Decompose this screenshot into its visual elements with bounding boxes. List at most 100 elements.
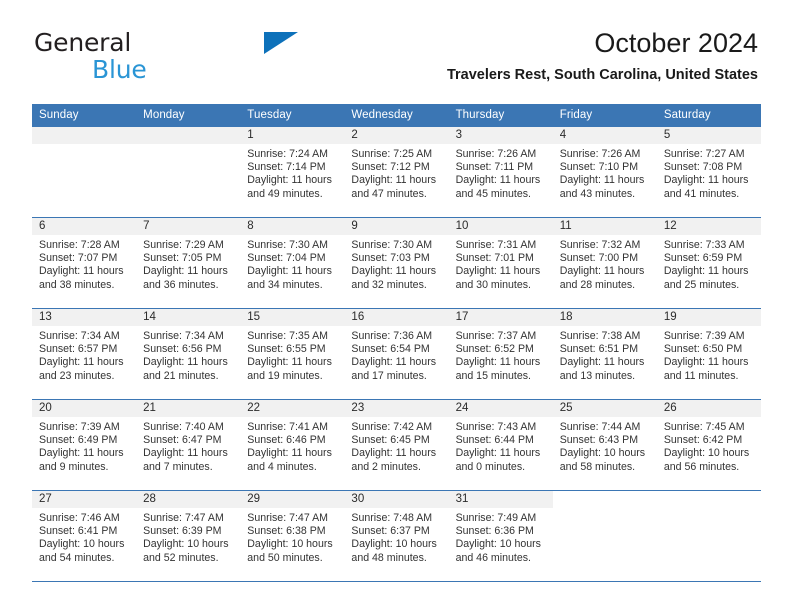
daylight-text-line1: Daylight: 10 hours — [455, 538, 541, 551]
sunset-text: Sunset: 7:11 PM — [455, 161, 534, 174]
calendar-body: 1 Sunrise: 7:24 AM Sunset: 7:14 PM Daylight… — [32, 126, 761, 582]
sunrise-text: Sunrise: 7:26 AM — [559, 147, 641, 160]
daylight-text-line2: and 54 minutes. — [39, 551, 115, 564]
calendar-week-row: 1 Sunrise: 7:24 AM Sunset: 7:14 PM Daylight… — [32, 126, 761, 218]
day-cell[interactable]: 24 Sunrise: 7:43 AM Sunset: 6:44 PM Dayligh… — [448, 399, 553, 490]
day-number: 17 — [448, 308, 553, 326]
sunrise-text: Sunrise: 7:31 AM — [455, 238, 537, 251]
day-cell[interactable]: 21 Sunrise: 7:40 AM Sunset: 6:47 PM Dayligh… — [136, 399, 241, 490]
day-cell[interactable]: 17 Sunrise: 7:37 AM Sunset: 6:52 PM Dayligh… — [448, 308, 553, 399]
sunrise-text: Sunrise: 7:30 AM — [247, 238, 328, 251]
day-cell[interactable]: 28 Sunrise: 7:47 AM Sunset: 6:39 PM Dayligh… — [136, 490, 241, 581]
day-cell[interactable]: 6 Sunrise: 7:28 AM Sunset: 7:07 PM Daylight… — [32, 217, 137, 308]
sunset-text: Sunset: 6:56 PM — [143, 343, 222, 356]
calendar-container: Sunday Monday Tuesday Wednesday Thursday Frid… — [32, 104, 761, 582]
sunset-text: Sunset: 6:47 PM — [143, 434, 222, 447]
day-details: Sunrise: 7:27 AM Sunset: 7:08 PM Daylight:… — [657, 144, 761, 202]
day-number: 12 — [656, 217, 761, 235]
daylight-text-line2: and 2 minutes. — [351, 460, 421, 473]
day-cell[interactable]: 15 Sunrise: 7:35 AM Sunset: 6:55 PM Dayligh… — [240, 308, 345, 399]
daylight-text-line2: and 38 minutes. — [39, 278, 115, 291]
day-cell[interactable]: 14 Sunrise: 7:34 AM Sunset: 6:56 PM Dayligh… — [136, 308, 241, 399]
sunrise-text: Sunrise: 7:32 AM — [559, 238, 641, 251]
day-cell[interactable]: 5 Sunrise: 7:27 AM Sunset: 7:08 PM Daylight… — [656, 126, 761, 217]
day-cell[interactable]: 12 Sunrise: 7:33 AM Sunset: 6:59 PM Dayligh… — [656, 217, 761, 308]
sunrise-text: Sunrise: 7:44 AM — [559, 420, 641, 433]
daylight-text-line2: and 23 minutes. — [39, 369, 115, 382]
day-cell[interactable]: 10 Sunrise: 7:31 AM Sunset: 7:01 PM Dayligh… — [448, 217, 553, 308]
daylight-text-line2: and 32 minutes. — [351, 278, 427, 291]
daylight-text-line1: Daylight: 11 hours — [559, 265, 645, 278]
day-details: Sunrise: 7:38 AM Sunset: 6:51 PM Daylight:… — [553, 326, 657, 384]
day-number: 27 — [32, 490, 137, 508]
day-cell[interactable]: 23 Sunrise: 7:42 AM Sunset: 6:45 PM Dayligh… — [344, 399, 449, 490]
calendar-header-row: Sunday Monday Tuesday Wednesday Thursday Frid… — [32, 104, 761, 127]
sunset-text: Sunset: 7:14 PM — [247, 161, 326, 174]
day-cell[interactable]: 27 Sunrise: 7:46 AM Sunset: 6:41 PM Dayligh… — [32, 490, 137, 581]
day-details: Sunrise: 7:47 AM Sunset: 6:39 PM Daylight:… — [136, 508, 240, 566]
day-number: 25 — [552, 399, 657, 417]
day-cell[interactable]: 19 Sunrise: 7:39 AM Sunset: 6:50 PM Dayligh… — [656, 308, 761, 399]
sunset-text: Sunset: 7:05 PM — [143, 252, 222, 265]
day-cell[interactable]: 20 Sunrise: 7:39 AM Sunset: 6:49 PM Dayligh… — [32, 399, 137, 490]
daylight-text-line1: Daylight: 11 hours — [351, 174, 437, 187]
daylight-text-line1: Daylight: 10 hours — [247, 538, 333, 551]
day-details: Sunrise: 7:36 AM Sunset: 6:54 PM Daylight:… — [344, 326, 448, 384]
logo-text-blue: Blue — [92, 55, 147, 84]
day-cell[interactable]: 26 Sunrise: 7:45 AM Sunset: 6:42 PM Dayligh… — [656, 399, 761, 490]
sunrise-text: Sunrise: 7:47 AM — [247, 511, 328, 524]
day-cell[interactable]: 2 Sunrise: 7:25 AM Sunset: 7:12 PM Daylight… — [344, 126, 449, 217]
sunset-text: Sunset: 6:57 PM — [39, 343, 118, 356]
day-number: 16 — [344, 308, 449, 326]
day-cell[interactable]: 7 Sunrise: 7:29 AM Sunset: 7:05 PM Daylight… — [136, 217, 241, 308]
sunrise-text: Sunrise: 7:26 AM — [455, 147, 537, 160]
day-cell[interactable]: 9 Sunrise: 7:30 AM Sunset: 7:03 PM Daylight… — [344, 217, 449, 308]
day-number: 4 — [552, 126, 657, 144]
sunrise-text: Sunrise: 7:42 AM — [351, 420, 433, 433]
day-cell[interactable]: 22 Sunrise: 7:41 AM Sunset: 6:46 PM Dayligh… — [240, 399, 345, 490]
day-cell[interactable]: 25 Sunrise: 7:44 AM Sunset: 6:43 PM Dayligh… — [552, 399, 657, 490]
day-details: Sunrise: 7:28 AM Sunset: 7:07 PM Daylight:… — [32, 235, 136, 293]
sunrise-text: Sunrise: 7:29 AM — [143, 238, 224, 251]
weekday-header-friday: Friday — [552, 104, 657, 127]
day-details: Sunrise: 7:26 AM Sunset: 7:11 PM Daylight:… — [449, 144, 553, 202]
day-cell[interactable]: 29 Sunrise: 7:47 AM Sunset: 6:38 PM Dayligh… — [240, 490, 345, 581]
weekday-header-row: Sunday Monday Tuesday Wednesday Thursday Frid… — [32, 104, 761, 127]
sunset-text: Sunset: 7:07 PM — [39, 252, 118, 265]
day-number: 15 — [240, 308, 345, 326]
daylight-text-line1: Daylight: 11 hours — [455, 174, 541, 187]
daylight-text-line2: and 56 minutes. — [663, 460, 740, 473]
day-cell[interactable]: 1 Sunrise: 7:24 AM Sunset: 7:14 PM Daylight… — [240, 126, 345, 217]
day-number: 2 — [344, 126, 449, 144]
day-cell[interactable]: 4 Sunrise: 7:26 AM Sunset: 7:10 PM Daylight… — [552, 126, 657, 217]
calendar-week-row: 6 Sunrise: 7:28 AM Sunset: 7:07 PM Daylight… — [32, 216, 761, 309]
day-number: 13 — [32, 308, 137, 326]
day-number: 8 — [240, 217, 345, 235]
day-cell[interactable]: 3 Sunrise: 7:26 AM Sunset: 7:11 PM Daylight… — [448, 126, 553, 217]
daylight-text-line1: Daylight: 11 hours — [39, 265, 124, 278]
day-cell[interactable]: 30 Sunrise: 7:48 AM Sunset: 6:37 PM Dayligh… — [344, 490, 449, 581]
daylight-text-line2: and 4 minutes. — [247, 460, 317, 473]
generalblue-logo[interactable]: General Blue — [34, 30, 298, 84]
sunrise-text: Sunrise: 7:30 AM — [351, 238, 433, 251]
day-details: Sunrise: 7:34 AM Sunset: 6:57 PM Daylight:… — [32, 326, 136, 384]
day-details: Sunrise: 7:39 AM Sunset: 6:50 PM Daylight:… — [657, 326, 761, 384]
daylight-text-line2: and 7 minutes. — [143, 460, 213, 473]
day-number: 9 — [344, 217, 449, 235]
day-cell[interactable]: 31 Sunrise: 7:49 AM Sunset: 6:36 PM Dayligh… — [448, 490, 553, 581]
sunrise-text: Sunrise: 7:49 AM — [455, 511, 537, 524]
day-cell[interactable]: 16 Sunrise: 7:36 AM Sunset: 6:54 PM Dayligh… — [344, 308, 449, 399]
day-cell[interactable]: 18 Sunrise: 7:38 AM Sunset: 6:51 PM Dayligh… — [552, 308, 657, 399]
daylight-text-line1: Daylight: 11 hours — [247, 447, 332, 460]
daylight-text-line1: Daylight: 11 hours — [143, 265, 228, 278]
daylight-text-line1: Daylight: 11 hours — [39, 447, 124, 460]
day-cell[interactable]: 8 Sunrise: 7:30 AM Sunset: 7:04 PM Daylight… — [240, 217, 345, 308]
day-number: 1 — [240, 126, 345, 144]
calendar-week-row: 13 Sunrise: 7:34 AM Sunset: 6:57 PM Dayligh… — [32, 307, 761, 400]
day-details: Sunrise: 7:47 AM Sunset: 6:38 PM Daylight:… — [240, 508, 344, 566]
day-details: Sunrise: 7:31 AM Sunset: 7:01 PM Daylight:… — [449, 235, 553, 293]
day-details: Sunrise: 7:49 AM Sunset: 6:36 PM Daylight:… — [449, 508, 553, 566]
day-cell[interactable]: 11 Sunrise: 7:32 AM Sunset: 7:00 PM Dayligh… — [552, 217, 657, 308]
day-cell[interactable]: 13 Sunrise: 7:34 AM Sunset: 6:57 PM Dayligh… — [32, 308, 137, 399]
sunrise-text: Sunrise: 7:37 AM — [455, 329, 537, 342]
